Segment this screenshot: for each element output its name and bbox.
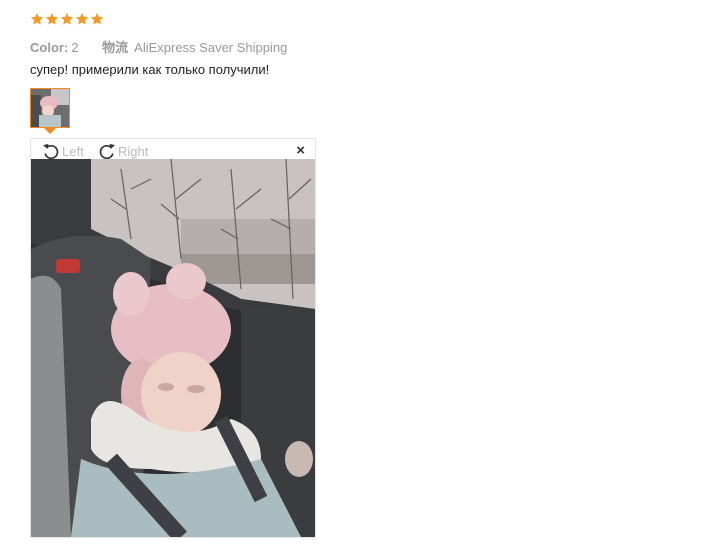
- close-button[interactable]: ×: [296, 143, 305, 159]
- shipping-label: 物流: [102, 40, 129, 55]
- star-icon: [75, 12, 89, 25]
- photo-viewer: Left Right ×: [30, 138, 316, 538]
- shipping-value: AliExpress Saver Shipping: [134, 40, 288, 55]
- review-meta: Color: 2 物流 AliExpress Saver Shipping: [30, 37, 287, 56]
- rotate-right-icon: [99, 143, 115, 160]
- rotate-left-icon: [43, 143, 59, 160]
- star-icon: [30, 12, 44, 25]
- rating-stars: [30, 12, 104, 26]
- rotate-left-button[interactable]: Left: [41, 141, 84, 161]
- rotate-right-button[interactable]: Right: [97, 141, 148, 161]
- star-icon: [45, 12, 59, 25]
- thumbnail-image: [31, 89, 69, 127]
- review-photo-image: [31, 159, 315, 537]
- star-icon: [90, 12, 104, 25]
- review-photo-thumbnail[interactable]: [30, 88, 70, 128]
- review-text: супер! примерили как только получили!: [30, 62, 270, 77]
- color-value: 2: [71, 40, 79, 55]
- star-icon: [60, 12, 74, 25]
- rotate-left-label: Left: [62, 143, 84, 159]
- color-label: Color:: [30, 40, 69, 55]
- thumbnail-pointer: [44, 128, 56, 134]
- rotate-right-label: Right: [118, 143, 149, 159]
- viewer-toolbar: Left Right ×: [31, 139, 315, 161]
- review-photo: [31, 159, 315, 537]
